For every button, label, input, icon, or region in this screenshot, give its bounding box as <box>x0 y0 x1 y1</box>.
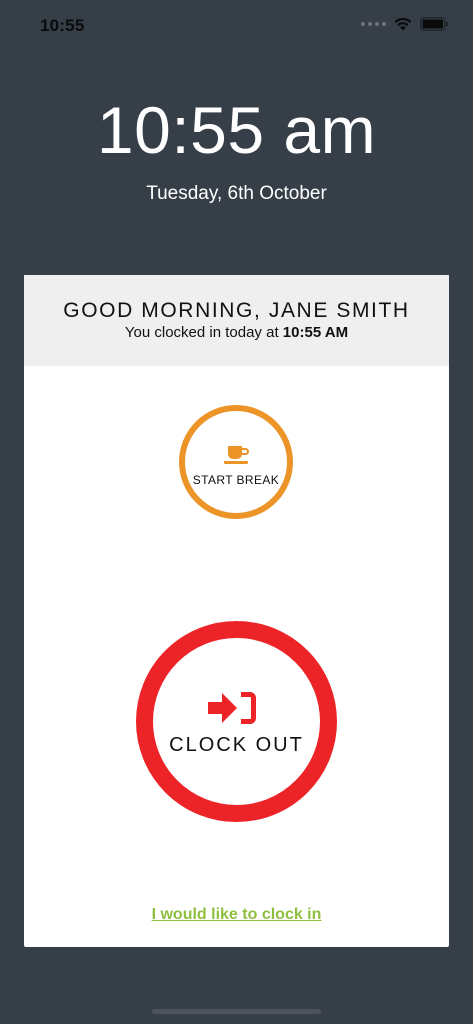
current-time: 10:55 am <box>96 93 377 167</box>
current-date: Tuesday, 6th October <box>146 183 327 204</box>
status-bar: 10:55 <box>0 0 473 50</box>
cellular-signal-icon <box>361 22 386 26</box>
battery-icon <box>420 17 448 31</box>
clocked-in-status: You clocked in today at 10:55 AM <box>24 324 449 341</box>
clock-out-button[interactable]: CLOCK OUT <box>136 621 337 822</box>
status-icons <box>361 17 449 31</box>
start-break-button[interactable]: START BREAK <box>179 405 293 519</box>
clock-out-label: CLOCK OUT <box>169 734 304 756</box>
wifi-icon <box>394 17 412 31</box>
coffee-cup-icon <box>224 446 249 464</box>
start-break-label: START BREAK <box>192 473 280 487</box>
sign-out-icon <box>208 692 256 724</box>
clocked-in-prefix: You clocked in today at <box>124 324 279 341</box>
greeting: GOOD MORNING, JANE SMITH <box>63 299 410 322</box>
status-time: 10:55 <box>40 16 85 35</box>
card-header: GOOD MORNING, JANE SMITH You clocked in … <box>24 275 449 366</box>
clock-in-link[interactable]: I would like to clock in <box>24 906 449 924</box>
clock-card: GOOD MORNING, JANE SMITH You clocked in … <box>24 275 449 947</box>
clocked-in-time: 10:55 AM <box>282 324 349 341</box>
home-indicator[interactable] <box>152 1009 321 1014</box>
